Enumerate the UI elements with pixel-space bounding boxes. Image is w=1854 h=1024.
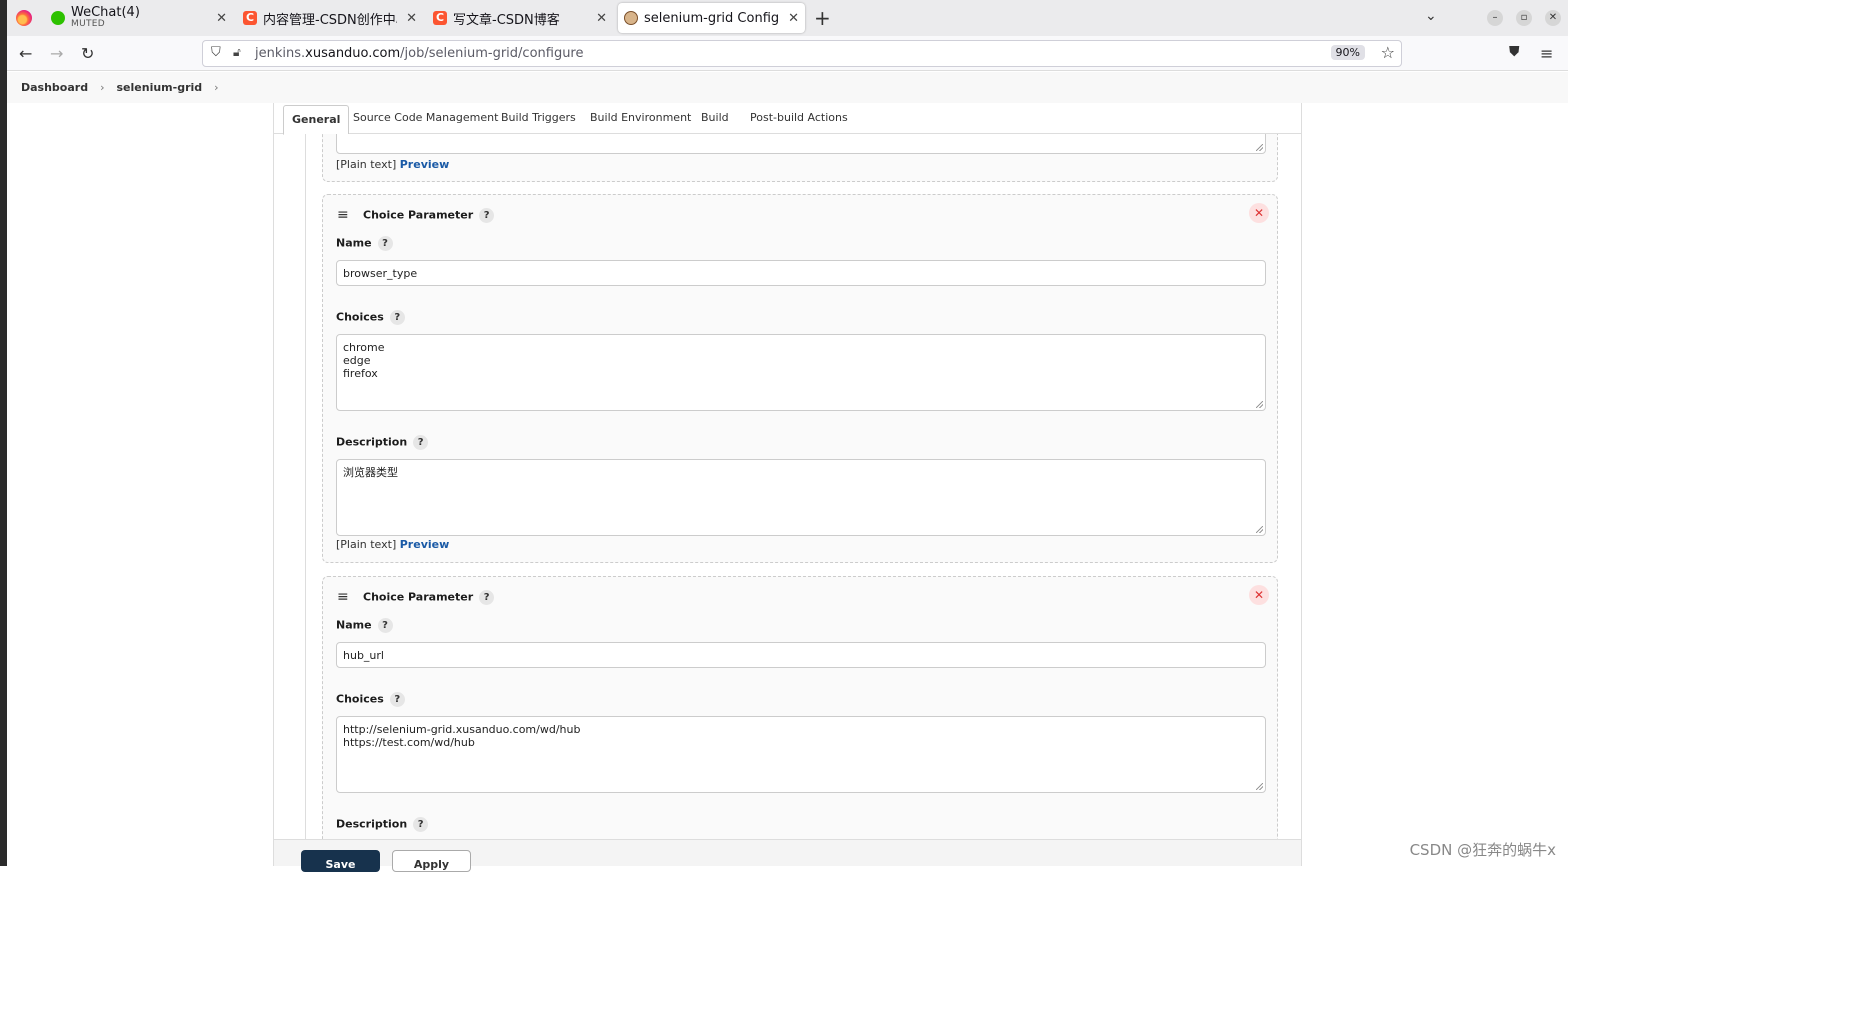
desktop-edge — [0, 0, 7, 866]
forward-icon[interactable]: → — [50, 44, 63, 63]
config-tabs: General Source Code Management Build Tri… — [274, 103, 1301, 135]
name-label: Name? — [336, 236, 393, 251]
browser-tab-jenkins[interactable]: selenium-grid Config [Jenkins] ✕ — [618, 3, 805, 33]
firefox-logo-icon — [16, 10, 32, 26]
breadcrumb-chevron-icon: › — [100, 81, 105, 94]
choices-label: Choices? — [336, 692, 405, 707]
app-menu-icon[interactable]: ≡ — [1540, 44, 1553, 63]
choice-parameter-hub-url: ≡ Choice Parameter? ✕ Name? hub_url Choi… — [322, 576, 1278, 839]
description-format: [Plain text] Preview — [336, 158, 450, 171]
help-icon[interactable]: ? — [377, 618, 393, 633]
config-panel: General Source Code Management Build Tri… — [273, 103, 1302, 872]
tab-title: 内容管理-CSDN创作中心 — [263, 12, 397, 28]
bookmark-star-icon[interactable]: ☆ — [1381, 43, 1395, 62]
tab-general[interactable]: General — [283, 105, 350, 135]
zoom-level[interactable]: 90% — [1330, 45, 1365, 60]
help-icon[interactable]: ? — [413, 435, 429, 450]
description-label: Description? — [336, 435, 429, 450]
tab-source-code-management[interactable]: Source Code Management — [353, 111, 498, 124]
jenkins-icon — [624, 11, 638, 25]
parameter-title: Choice Parameter? — [363, 208, 495, 223]
breadcrumb-dashboard[interactable]: Dashboard — [21, 81, 88, 94]
minimize-icon[interactable]: – — [1487, 10, 1503, 26]
help-icon[interactable]: ? — [377, 236, 393, 251]
name-label: Name? — [336, 618, 393, 633]
description-format: [Plain text] Preview — [336, 538, 450, 551]
tab-title: selenium-grid Config [Jenkins] — [644, 10, 784, 26]
browser-nav-bar: ← → ↻ ⛉ 🔓︎ jenkins.xusanduo.com/job/sele… — [7, 36, 1568, 71]
close-window-icon[interactable]: ✕ — [1545, 10, 1561, 26]
tab-build[interactable]: Build — [701, 111, 729, 124]
back-icon[interactable]: ← — [19, 44, 32, 63]
previous-parameter: [Plain text] Preview — [322, 134, 1278, 182]
tracking-shield-icon[interactable]: ⛉ — [211, 45, 221, 60]
previous-description-input[interactable] — [336, 134, 1266, 154]
tab-build-environment[interactable]: Build Environment — [590, 111, 691, 124]
choice-parameter-browser-type: ≡ Choice Parameter? ✕ Name? browser_type… — [322, 194, 1278, 563]
url-bar[interactable]: ⛉ 🔓︎ jenkins.xusanduo.com/job/selenium-g… — [202, 40, 1402, 67]
bottom-button-bar: Save Apply — [274, 839, 1301, 872]
delete-parameter-button[interactable]: ✕ — [1249, 203, 1269, 223]
browser-tab-csdn-write[interactable]: C 写文章-CSDN博客 ✕ — [433, 3, 613, 33]
csdn-watermark: CSDN @狂奔的蜗牛x — [1409, 841, 1556, 859]
new-tab-icon[interactable]: + — [814, 6, 831, 30]
breadcrumb: Dashboard › selenium-grid › — [7, 72, 1568, 103]
drag-handle-icon[interactable]: ≡ — [337, 207, 349, 223]
csdn-icon: C — [243, 11, 257, 25]
config-content: [Plain text] Preview ≡ Choice Parameter?… — [274, 134, 1301, 839]
choices-input[interactable]: chrome edge firefox — [336, 334, 1266, 411]
close-tab-icon[interactable]: ✕ — [406, 11, 417, 26]
csdn-icon: C — [433, 11, 447, 25]
tab-muted-label: MUTED — [71, 19, 105, 29]
choices-label: Choices? — [336, 310, 405, 325]
page-body: General Source Code Management Build Tri… — [7, 103, 1568, 872]
wechat-icon — [51, 11, 65, 25]
help-icon[interactable]: ? — [389, 692, 405, 707]
save-button[interactable]: Save — [301, 850, 380, 872]
help-icon[interactable]: ? — [479, 590, 495, 605]
choices-input[interactable]: http://selenium-grid.xusanduo.com/wd/hub… — [336, 716, 1266, 793]
preview-link[interactable]: Preview — [400, 538, 450, 551]
delete-parameter-button[interactable]: ✕ — [1249, 585, 1269, 605]
apply-button[interactable]: Apply — [392, 850, 471, 872]
close-tab-icon[interactable]: ✕ — [216, 11, 227, 26]
restore-icon[interactable]: ▫ — [1516, 10, 1532, 26]
tab-post-build-actions[interactable]: Post-build Actions — [750, 111, 848, 124]
description-label: Description? — [336, 817, 429, 832]
breadcrumb-selenium-grid[interactable]: selenium-grid — [117, 81, 203, 94]
reload-icon[interactable]: ↻ — [81, 44, 94, 63]
name-input[interactable]: browser_type — [336, 260, 1266, 286]
help-icon[interactable]: ? — [389, 310, 405, 325]
browser-tab-csdn-content[interactable]: C 内容管理-CSDN创作中心 ✕ — [243, 3, 423, 33]
parameter-title: Choice Parameter? — [363, 590, 495, 605]
browser-tab-bar: WeChat(4) ✕ MUTED C 内容管理-CSDN创作中心 ✕ C 写文… — [7, 0, 1568, 36]
help-icon[interactable]: ? — [413, 817, 429, 832]
section-border — [305, 134, 306, 839]
tab-build-triggers[interactable]: Build Triggers — [501, 111, 576, 124]
pocket-icon[interactable]: ⛊ — [1509, 44, 1520, 60]
close-tab-icon[interactable]: ✕ — [788, 11, 799, 26]
tab-title: 写文章-CSDN博客 — [453, 12, 560, 28]
help-icon[interactable]: ? — [479, 208, 495, 223]
breadcrumb-chevron-icon[interactable]: › — [214, 81, 218, 94]
close-tab-icon[interactable]: ✕ — [596, 11, 607, 26]
tab-title: WeChat(4) — [71, 5, 140, 20]
list-all-tabs-icon[interactable]: ⌄ — [1425, 8, 1437, 24]
url-text[interactable]: jenkins.xusanduo.com/job/selenium-grid/c… — [255, 46, 584, 61]
description-input[interactable]: 浏览器类型 — [336, 459, 1266, 536]
drag-handle-icon[interactable]: ≡ — [337, 589, 349, 605]
name-input[interactable]: hub_url — [336, 642, 1266, 668]
insecure-lock-icon[interactable]: 🔓︎ — [233, 45, 241, 60]
preview-link[interactable]: Preview — [400, 158, 450, 171]
